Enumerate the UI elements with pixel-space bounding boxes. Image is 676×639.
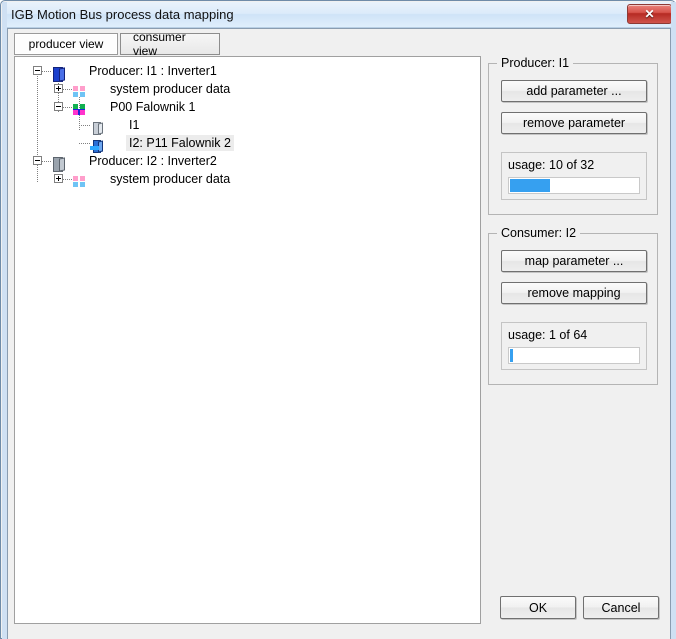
expander-expand-icon[interactable]: [54, 174, 63, 183]
remove-mapping-button[interactable]: remove mapping: [501, 282, 647, 304]
tree-item-system-producer-data-1[interactable]: system producer data: [15, 80, 480, 98]
parameter-icon: [89, 120, 105, 135]
view-tabs: producer view consumer view: [14, 30, 664, 58]
remove-parameter-button[interactable]: remove parameter: [501, 112, 647, 134]
expander-collapse-icon[interactable]: [33, 156, 42, 165]
tree-item-label: Producer: I2 : Inverter2: [89, 154, 217, 168]
inverter-grey-icon: [50, 156, 66, 172]
producer-usage-box: usage: 10 of 32: [501, 152, 647, 200]
tree-item-label: P00 Falownik 1: [110, 100, 196, 114]
map-parameter-button[interactable]: map parameter ...: [501, 250, 647, 272]
producer-group: Producer: I1 add parameter ... remove pa…: [488, 56, 658, 215]
tab-consumer-view-label: consumer view: [133, 30, 186, 58]
consumer-usage-progressbar: [508, 347, 640, 364]
add-parameter-button[interactable]: add parameter ...: [501, 80, 647, 102]
tree-item-i2-p11-falownik-2[interactable]: I2: P11 Falownik 2: [15, 134, 480, 153]
tree-item-system-producer-data-2[interactable]: system producer data: [15, 170, 480, 188]
remove-parameter-label: remove parameter: [522, 116, 626, 130]
tree-item-label: system producer data: [110, 172, 231, 186]
mapped-parameter-icon: [89, 138, 105, 153]
producer-data-icon: [71, 174, 87, 189]
close-button[interactable]: ✕: [627, 4, 672, 24]
remove-mapping-label: remove mapping: [527, 286, 621, 300]
window-title: IGB Motion Bus process data mapping: [11, 7, 234, 22]
tree-item-producer-i1[interactable]: Producer: I1 : Inverter1: [15, 62, 480, 82]
tree-guide-line: [37, 165, 38, 183]
producer-tree-panel[interactable]: Producer: I1 : Inverter1 system producer…: [14, 56, 481, 624]
tree-item-label: I2: P11 Falownik 2: [126, 135, 234, 151]
producer-group-title: Producer: I1: [497, 56, 574, 70]
ok-button[interactable]: OK: [500, 596, 576, 619]
consumer-usage-box: usage: 1 of 64: [501, 322, 647, 370]
cancel-label: Cancel: [601, 600, 641, 615]
tree-item-label: system producer data: [110, 82, 231, 96]
producer-usage-progressbar: [508, 177, 640, 194]
consumer-usage-label: usage: 1 of 64: [508, 328, 588, 342]
producer-usage-progress-fill: [510, 179, 551, 192]
tab-consumer-view[interactable]: consumer view: [120, 30, 220, 58]
add-parameter-label: add parameter ...: [526, 84, 622, 98]
map-parameter-label: map parameter ...: [524, 254, 624, 268]
tree-item-producer-i2[interactable]: Producer: I2 : Inverter2: [15, 152, 480, 172]
consumer-group-title: Consumer: I2: [497, 226, 581, 240]
tab-producer-view-label: producer view: [28, 37, 104, 51]
tree-view: Producer: I1 : Inverter1 system producer…: [15, 57, 480, 188]
tree-item-label: Producer: I1 : Inverter1: [89, 64, 217, 78]
cancel-button[interactable]: Cancel: [583, 596, 659, 619]
consumer-usage-progress-fill: [510, 349, 513, 362]
producer-usage-label: usage: 10 of 32: [508, 158, 595, 172]
tab-producer-view[interactable]: producer view: [14, 33, 118, 55]
expander-collapse-icon[interactable]: [33, 66, 42, 75]
title-bar: IGB Motion Bus process data mapping ✕: [2, 2, 676, 28]
parameter-group-icon: [71, 102, 87, 117]
tree-item-label: I1: [129, 118, 140, 132]
tree-item-i1[interactable]: I1: [15, 116, 480, 135]
close-icon: ✕: [644, 7, 655, 21]
consumer-group: Consumer: I2 map parameter ... remove ma…: [488, 226, 658, 385]
dialog-window: IGB Motion Bus process data mapping ✕ pr…: [0, 0, 676, 639]
ok-label: OK: [528, 600, 548, 615]
producer-data-icon: [71, 84, 87, 99]
expander-collapse-icon[interactable]: [54, 102, 63, 111]
inverter-icon: [50, 66, 66, 82]
expander-expand-icon[interactable]: [54, 84, 63, 93]
tree-item-p00-falownik-1[interactable]: P00 Falownik 1: [15, 98, 480, 116]
